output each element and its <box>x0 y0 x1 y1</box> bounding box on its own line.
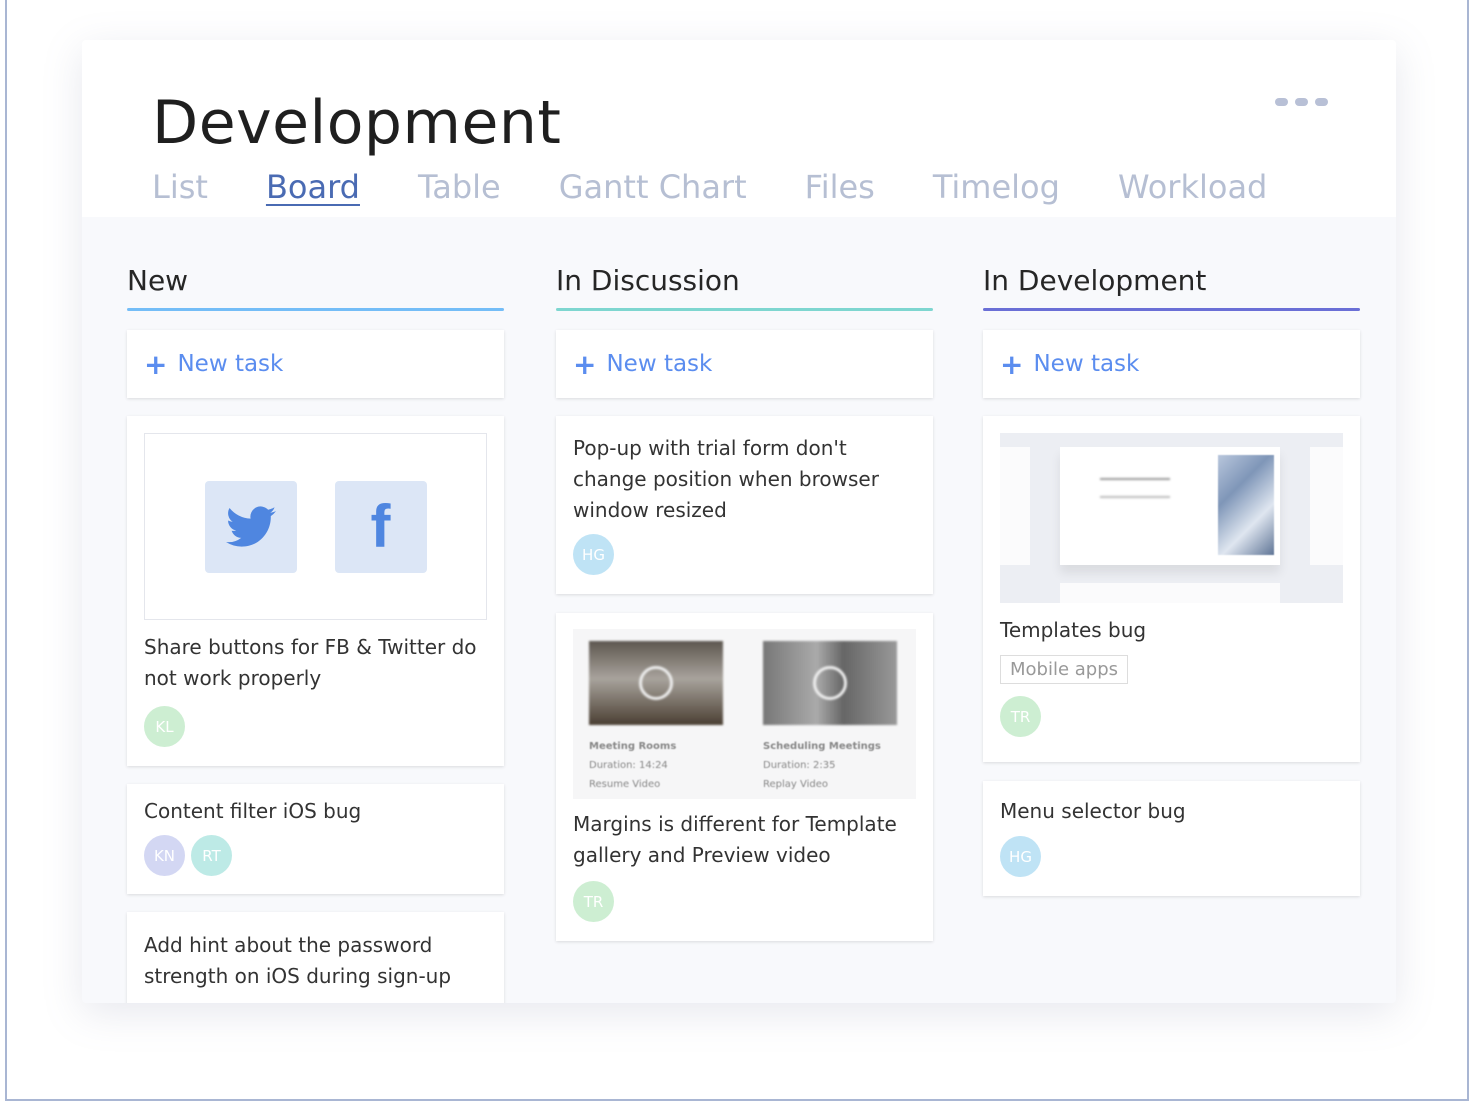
tab-board[interactable]: Board <box>266 168 360 206</box>
task-card[interactable]: Pop-up with trial form don't change posi… <box>556 416 933 594</box>
view-tabs: List Board Table Gantt Chart Files Timel… <box>152 168 1325 206</box>
video-thumbnail: Meeting Rooms Duration: 14:24 Resume Vid… <box>589 641 723 790</box>
plus-icon: + <box>573 347 597 381</box>
video-title: Meeting Rooms <box>589 741 677 752</box>
new-task-label: New task <box>177 351 284 377</box>
twitter-icon <box>204 480 297 573</box>
card-title: Add hint about the password strength on … <box>144 933 452 988</box>
avatar[interactable]: TR <box>1000 696 1041 737</box>
tab-gantt-chart[interactable]: Gantt Chart <box>559 168 747 206</box>
facebook-icon: f <box>334 480 427 573</box>
new-task-button[interactable]: + New task <box>556 330 933 398</box>
more-options-icon[interactable] <box>1275 98 1328 106</box>
column-divider <box>556 308 933 311</box>
card-image: Meeting Rooms Duration: 14:24 Resume Vid… <box>573 629 916 799</box>
new-task-button[interactable]: + New task <box>127 330 504 398</box>
card-image: f <box>144 433 487 620</box>
video-title: Scheduling Meetings <box>763 741 881 752</box>
task-card[interactable]: Templates bug Mobile apps TR <box>983 416 1360 762</box>
task-card[interactable]: Content filter iOS bug KN RT <box>127 784 504 894</box>
column-divider <box>983 308 1360 311</box>
video-duration: Duration: 2:35 <box>763 760 836 771</box>
task-card[interactable]: Meeting Rooms Duration: 14:24 Resume Vid… <box>556 613 933 941</box>
avatar[interactable]: RT <box>191 835 232 876</box>
card-title: Menu selector bug <box>1000 799 1186 823</box>
tab-files[interactable]: Files <box>805 168 875 206</box>
page-title: Development <box>152 88 562 158</box>
card-title: Pop-up with trial form don't change posi… <box>573 436 879 522</box>
task-card[interactable]: Add hint about the password strength on … <box>127 912 504 1003</box>
tab-workload[interactable]: Workload <box>1118 168 1267 206</box>
video-duration: Duration: 14:24 <box>589 760 668 771</box>
card-title: Templates bug <box>1000 618 1147 642</box>
header: Development List Board Table Gantt Chart… <box>82 40 1396 217</box>
plus-icon: + <box>144 347 168 381</box>
tag-label[interactable]: Mobile apps <box>1000 655 1129 684</box>
video-action[interactable]: Replay Video <box>763 775 897 794</box>
project-panel: Development List Board Table Gantt Chart… <box>82 40 1396 1003</box>
column-title: New <box>127 264 189 297</box>
new-task-label: New task <box>606 351 713 377</box>
video-action[interactable]: Resume Video <box>589 775 723 794</box>
tab-list[interactable]: List <box>152 168 208 206</box>
play-icon <box>639 666 673 700</box>
column-divider <box>127 308 504 311</box>
new-task-button[interactable]: + New task <box>983 330 1360 398</box>
new-task-label: New task <box>1033 351 1140 377</box>
card-title: Share buttons for FB & Twitter do not wo… <box>144 635 477 690</box>
column-title: In Discussion <box>556 264 740 297</box>
card-image <box>1000 433 1343 603</box>
card-title: Content filter iOS bug <box>144 799 362 823</box>
column-title: In Development <box>983 264 1207 297</box>
tab-table[interactable]: Table <box>418 168 501 206</box>
avatar[interactable]: TR <box>573 881 614 922</box>
play-icon <box>813 666 847 700</box>
avatar[interactable]: HG <box>1000 836 1041 877</box>
task-card[interactable]: Menu selector bug HG <box>983 781 1360 896</box>
avatar[interactable]: KL <box>144 706 185 747</box>
plus-icon: + <box>1000 347 1024 381</box>
card-title: Margins is different for Template galler… <box>573 812 897 867</box>
tab-timelog[interactable]: Timelog <box>933 168 1060 206</box>
avatar[interactable]: HG <box>573 534 614 575</box>
task-card[interactable]: f Share buttons for FB & Twitter do not … <box>127 416 504 766</box>
avatar[interactable]: KN <box>144 835 185 876</box>
video-thumbnail: Scheduling Meetings Duration: 2:35 Repla… <box>763 641 897 790</box>
